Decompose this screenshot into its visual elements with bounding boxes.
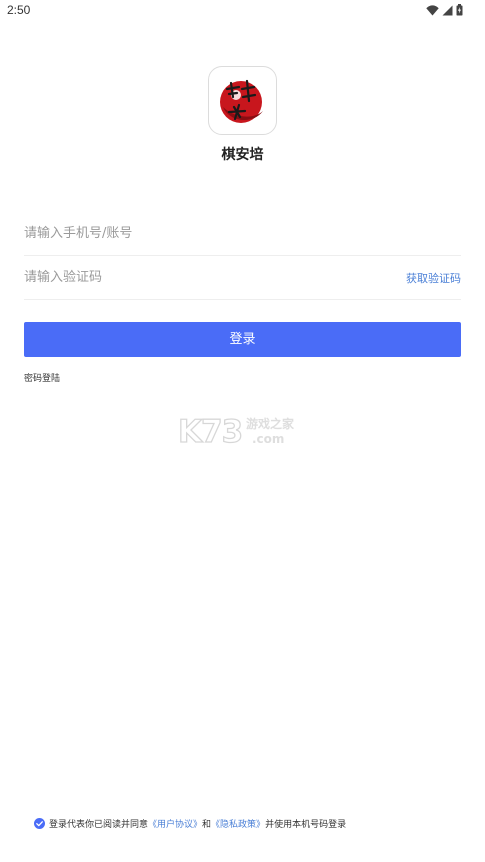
check-circle-icon [34, 817, 45, 829]
app-logo-icon [220, 79, 263, 123]
status-bar: 2:50 [0, 0, 485, 22]
code-input-row: 获取验证码 [24, 256, 461, 300]
password-login-link[interactable]: 密码登陆 [24, 371, 60, 384]
watermark-brand: K73 [178, 414, 242, 448]
login-button[interactable]: 登录 [24, 322, 461, 357]
agree-checkbox[interactable] [34, 817, 45, 829]
code-input[interactable] [24, 256, 364, 298]
app-name: 棋安培 [221, 147, 264, 163]
signal-icon [442, 5, 453, 16]
watermark: K73 游戏之家 .com [178, 412, 308, 448]
agreement-conjunction: 和 [202, 819, 212, 830]
agreement-prefix: 登录代表你已阅读并同意 [49, 819, 149, 830]
app-logo [208, 66, 277, 135]
watermark-domain: .com [252, 432, 284, 446]
status-time: 2:50 [7, 3, 31, 17]
status-icons [426, 4, 463, 16]
privacy-policy-link[interactable]: 《隐私政策》 [211, 817, 265, 830]
battery-icon [456, 4, 463, 16]
user-agreement-link[interactable]: 《用户协议》 [148, 817, 202, 830]
phone-input[interactable] [24, 212, 364, 254]
agreement-suffix: 并使用本机号码登录 [265, 819, 347, 830]
phone-input-row [24, 212, 461, 256]
wifi-icon [426, 4, 439, 16]
watermark-text: 游戏之家 [246, 416, 295, 431]
agreement-row: 登录代表你已阅读并同意 《用户协议》 和 《隐私政策》 并使用本机号码登录 [34, 816, 346, 830]
get-code-button[interactable]: 获取验证码 [406, 270, 461, 286]
